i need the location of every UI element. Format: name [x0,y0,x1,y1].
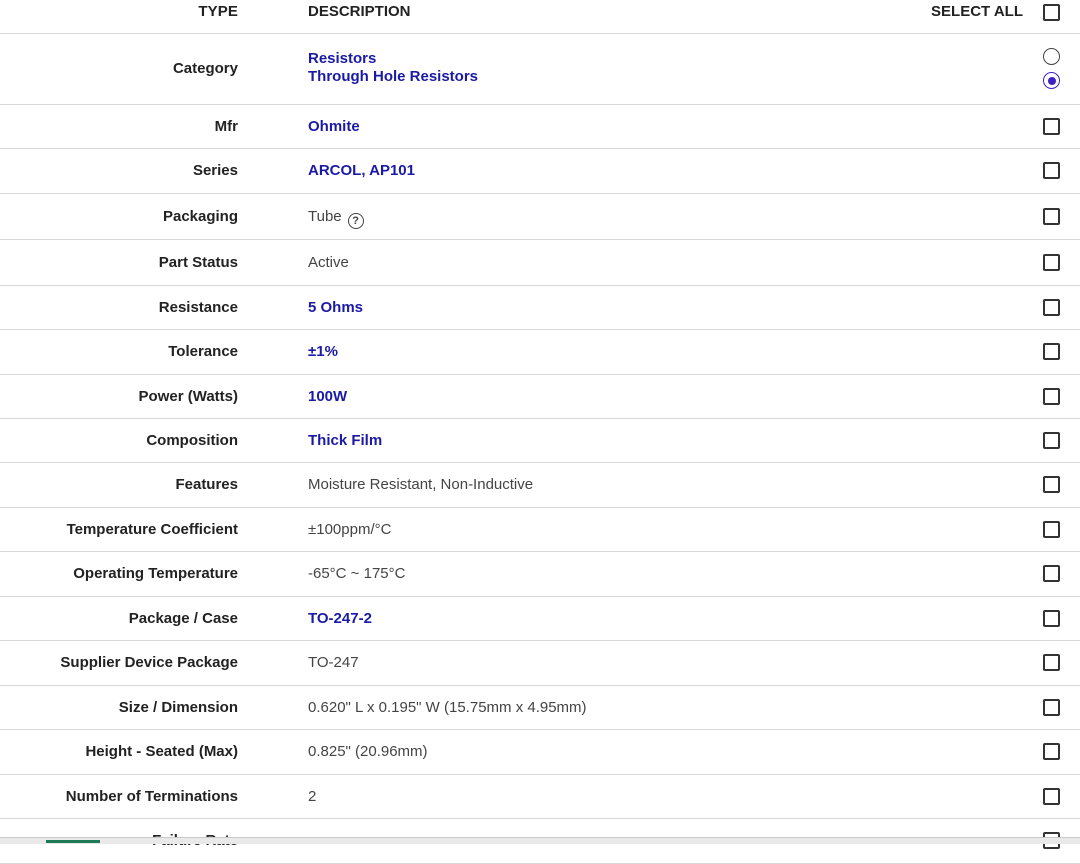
table-row: Features Moisture Resistant, Non-Inductiv… [0,463,1080,508]
row-value-text: Thick Film [308,432,383,449]
row-value-text: Active [308,254,349,271]
row-label-category: Category [172,60,238,77]
row-label: Composition [146,432,238,449]
table-row-category: Category Resistors Through Hole Resistor… [0,34,1080,105]
table-row: Series ARCOL, AP101 [0,149,1080,194]
row-value: Active [308,254,349,271]
row-label: Resistance [158,299,238,316]
row-value: Moisture Resistant, Non-Inductive [308,476,533,493]
category-values: Resistors Through Hole Resistors [308,50,478,86]
row-select-checkbox[interactable] [1043,254,1060,271]
row-value: TO-247 [308,654,359,671]
row-select-checkbox[interactable] [1043,476,1060,493]
row-select-checkbox[interactable] [1043,654,1060,671]
table-row: Power (Watts) 100W [0,375,1080,419]
row-select-checkbox[interactable] [1043,162,1060,179]
row-label: Temperature Coefficient [66,521,238,538]
table-row: Mfr Ohmite [0,105,1080,149]
table-row: Size / Dimension 0.620" L x 0.195" W (15.… [0,686,1080,730]
table-row: Number of Terminations 2 [0,775,1080,819]
row-label: Package / Case [128,610,238,627]
table-row: Packaging Tube? [0,194,1080,240]
row-value-text: 0.825" (20.96mm) [308,743,428,760]
row-select-checkbox[interactable] [1043,299,1060,316]
row-label: Packaging [162,208,238,225]
row-select-checkbox[interactable] [1043,208,1060,225]
row-value: ±100ppm/°C [308,521,391,538]
row-value-text: 2 [308,788,317,805]
category-radio-through-hole-resistors[interactable] [1043,72,1060,89]
row-label: Part Status [158,254,238,271]
table-row: Tolerance ±1% [0,330,1080,375]
table-row: Resistance 5 Ohms [0,286,1080,330]
row-label: Operating Temperature [73,565,238,582]
category-link-resistors[interactable]: Resistors [308,50,478,68]
row-select-checkbox[interactable] [1043,343,1060,360]
description-column-header: DESCRIPTION [308,3,411,20]
row-value-link[interactable]: 5 Ohms [308,299,363,316]
type-column-header: TYPE [198,3,238,20]
row-label: Supplier Device Package [60,654,238,671]
row-label: Tolerance [168,343,238,360]
row-select-checkbox[interactable] [1043,565,1060,582]
row-value-link[interactable]: ±1% [308,343,338,360]
row-select-checkbox[interactable] [1043,118,1060,135]
table-row: Supplier Device Package TO-247 [0,641,1080,686]
row-value-link[interactable]: Ohmite [308,118,360,135]
row-label: Series [192,162,238,179]
category-radio-resistors[interactable] [1043,48,1060,65]
row-value: Tube? [308,208,364,229]
row-select-checkbox[interactable] [1043,521,1060,538]
row-value-link[interactable]: 100W [308,388,347,405]
row-label: Power (Watts) [138,388,238,405]
row-select-checkbox[interactable] [1043,432,1060,449]
table-row: Height - Seated (Max) 0.825" (20.96mm) [0,730,1080,775]
table-row: Temperature Coefficient ±100ppm/°C [0,508,1080,552]
row-value-text: -65°C ~ 175°C [308,565,406,582]
table-row: Composition Thick Film [0,419,1080,463]
attribute-rows: Mfr Ohmite Series ARCOL, AP101 Packaging Tube… [0,105,1080,864]
row-value-text: Tube [308,208,342,225]
help-circle-icon[interactable]: ? [347,213,364,229]
row-value-text: ±100ppm/°C [308,521,392,538]
table-row: Part Status Active [0,240,1080,286]
row-value-text: ±1% [308,343,338,360]
row-value-link[interactable]: Thick Film [308,432,382,449]
row-select-checkbox[interactable] [1043,743,1060,760]
row-label: Height - Seated (Max) [85,743,238,760]
row-value-text: 100W [308,388,348,405]
row-value-text: 0.620" L x 0.195" W (15.75mm x 4.95mm) [308,699,587,716]
row-value-text: Ohmite [308,118,360,135]
product-attributes-table: TYPE DESCRIPTION SELECT ALL Category Res… [0,0,1080,864]
table-header: TYPE DESCRIPTION SELECT ALL [0,0,1080,34]
table-row: Operating Temperature -65°C ~ 175°C [0,552,1080,597]
row-value-link[interactable]: ARCOL, AP101 [308,162,415,179]
row-value: 0.620" L x 0.195" W (15.75mm x 4.95mm) [308,699,587,716]
row-label: Mfr [214,118,238,135]
row-label: Size / Dimension [118,699,238,716]
row-select-checkbox[interactable] [1043,388,1060,405]
table-row: Package / Case TO-247-2 [0,597,1080,641]
row-value-text: TO-247-2 [308,610,372,627]
row-select-checkbox[interactable] [1043,788,1060,805]
row-value-text: TO-247 [308,654,359,671]
row-value: 2 [308,788,316,805]
select-all-checkbox[interactable] [1043,4,1060,21]
row-value-text: Moisture Resistant, Non-Inductive [308,476,534,493]
row-select-checkbox[interactable] [1043,699,1060,716]
row-value-link[interactable]: TO-247-2 [308,610,372,627]
select-all-label: SELECT ALL [931,3,1023,20]
row-label: Number of Terminations [65,788,238,805]
row-value-text: 5 Ohms [308,299,364,316]
row-value-text: ARCOL, AP101 [308,162,415,179]
category-link-through-hole-resistors[interactable]: Through Hole Resistors [308,68,478,86]
row-select-checkbox[interactable] [1043,610,1060,627]
row-value: 0.825" (20.96mm) [308,743,428,760]
row-label: Features [175,476,238,493]
row-value: -65°C ~ 175°C [308,565,405,582]
